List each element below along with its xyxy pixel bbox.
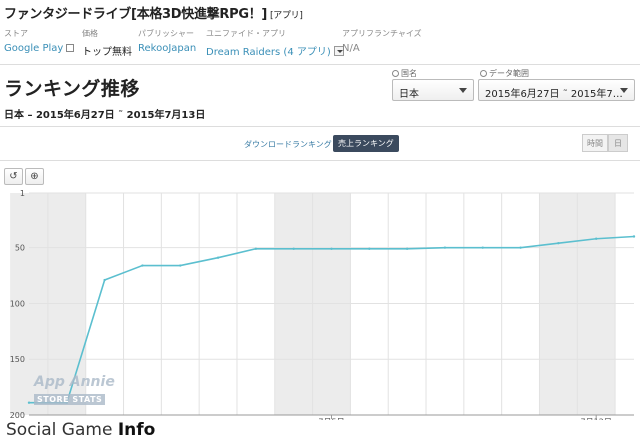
watermark-app-annie: App Annie <box>34 374 115 390</box>
weekend-band <box>539 193 578 415</box>
granularity-hour-button[interactable]: 時間 <box>582 134 608 152</box>
data-point <box>368 247 371 250</box>
divider <box>0 126 640 127</box>
site-brand: Social Game Info <box>0 420 160 440</box>
date-range-label: データ範囲 <box>480 68 529 79</box>
data-point <box>254 247 258 250</box>
meta-label: ストア <box>4 29 28 38</box>
external-link-icon <box>66 44 75 52</box>
chevron-down-icon <box>620 88 628 93</box>
meta-unified-app: ユニファイド・アプリ Dream Raiders (4 アプリ) <box>206 28 344 58</box>
data-point <box>179 264 182 267</box>
data-point <box>27 401 31 404</box>
data-point <box>405 247 409 250</box>
meta-publisher: パブリッシャー RekooJapan <box>138 28 196 54</box>
data-point <box>519 246 522 249</box>
data-point <box>292 247 295 250</box>
watermark-store-stats: STORE STATS <box>34 394 106 405</box>
divider <box>0 64 640 65</box>
country-select[interactable]: 日本 <box>392 79 474 101</box>
weekend-band <box>312 193 351 415</box>
data-point <box>216 256 220 259</box>
meta-label: 価格 <box>82 29 98 38</box>
y-tick-label: 150 <box>10 355 25 364</box>
publisher-link[interactable]: RekooJapan <box>138 43 196 54</box>
weekend-band <box>274 193 313 415</box>
app-meta: ストア Google Play 価格 トップ無料 パブリッシャー RekooJa… <box>4 28 636 62</box>
meta-label: パブリッシャー <box>138 29 194 38</box>
meta-label: アプリフランチャイズ <box>342 29 422 38</box>
zoom-icon[interactable]: ⊕ <box>25 168 44 185</box>
unified-app-link[interactable]: Dream Raiders (4 アプリ) <box>206 43 344 58</box>
data-point <box>481 246 484 249</box>
page-subtitle: 日本 – 2015年6月27日 ˜ 2015年7月13日 <box>4 110 206 121</box>
y-tick-label: 50 <box>15 244 25 253</box>
data-point <box>443 246 447 249</box>
app-title: ファンタジードライブ[本格3D快進撃RPG！] [アプリ] <box>4 3 303 22</box>
x-tick-label: 7月12日 <box>581 418 612 420</box>
date-range-select[interactable]: 2015年6月27日 ˜ 2015年7… <box>478 79 635 101</box>
calendar-icon <box>480 70 487 77</box>
tab-download-ranking[interactable]: ダウンロードランキング <box>244 139 332 150</box>
franchise-value: N/A <box>342 43 360 54</box>
meta-store: ストア Google Play <box>4 28 75 54</box>
data-point <box>103 278 106 282</box>
y-tick-label: 200 <box>10 411 25 420</box>
page-title: ランキング推移 <box>4 78 140 100</box>
data-point <box>141 264 144 267</box>
y-tick-label: 100 <box>10 299 25 308</box>
country-label: 国名 <box>392 68 417 79</box>
divider <box>0 160 640 161</box>
meta-franchise: アプリフランチャイズ N/A <box>342 28 422 54</box>
meta-label: ユニファイド・アプリ <box>206 29 286 38</box>
app-type-tag: [アプリ] <box>270 11 303 21</box>
tab-revenue-ranking[interactable]: 売上ランキング <box>333 135 399 152</box>
store-link[interactable]: Google Play <box>4 43 75 54</box>
globe-icon <box>392 70 399 77</box>
data-point <box>330 247 333 250</box>
data-point <box>632 235 636 238</box>
granularity-day-button[interactable]: 日 <box>608 134 628 152</box>
data-point <box>557 242 560 245</box>
y-tick-label: 1 <box>20 189 25 198</box>
price-value: トップ無料 <box>82 47 132 58</box>
reset-zoom-button[interactable]: ↺ <box>4 168 23 185</box>
chevron-down-icon <box>459 88 467 93</box>
meta-price: 価格 トップ無料 <box>82 28 132 58</box>
data-point <box>594 237 598 240</box>
app-name: ファンタジードライブ[本格3D快進撃RPG！] <box>4 7 268 22</box>
weekend-band <box>577 193 616 415</box>
x-tick-label: 7月5日 <box>318 418 344 420</box>
